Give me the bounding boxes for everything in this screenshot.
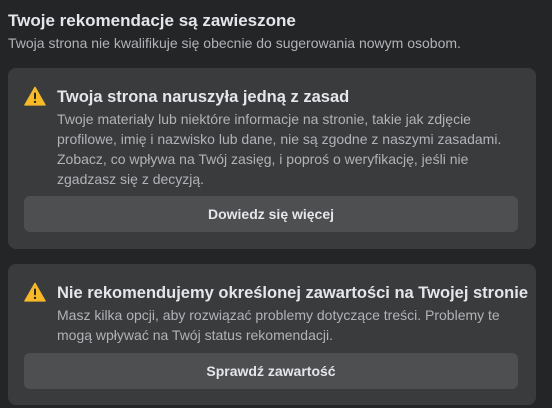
- card-title: Twoja strona naruszyła jedną z zasad: [57, 88, 350, 106]
- check-content-button[interactable]: Sprawdź zawartość: [24, 353, 518, 389]
- card-description: Masz kilka opcji, aby rozwiązać problemy…: [57, 307, 500, 343]
- page-title: Twoje rekomendacje są zawieszone: [8, 11, 296, 30]
- card-title: Nie rekomendujemy określonej zawartości …: [57, 284, 529, 302]
- content-not-recommended-card: Nie rekomendujemy określonej zawartości …: [8, 264, 536, 405]
- policy-violation-card: Twoja strona naruszyła jedną z zasad Two…: [8, 68, 536, 249]
- warning-icon: [24, 282, 46, 302]
- learn-more-button[interactable]: Dowiedz się więcej: [24, 196, 518, 232]
- recommendations-header: Twoje rekomendacje są zawieszone Twoja s…: [8, 10, 544, 53]
- warning-icon: [24, 86, 46, 106]
- page-subtitle: Twoja strona nie kwalifikuje się obecnie…: [8, 35, 461, 51]
- card-header: Nie rekomendujemy określonej zawartości …: [24, 282, 528, 345]
- card-description: Twoje materiały lub niektóre informacje …: [57, 111, 502, 187]
- card-header: Twoja strona naruszyła jedną z zasad Two…: [24, 86, 524, 189]
